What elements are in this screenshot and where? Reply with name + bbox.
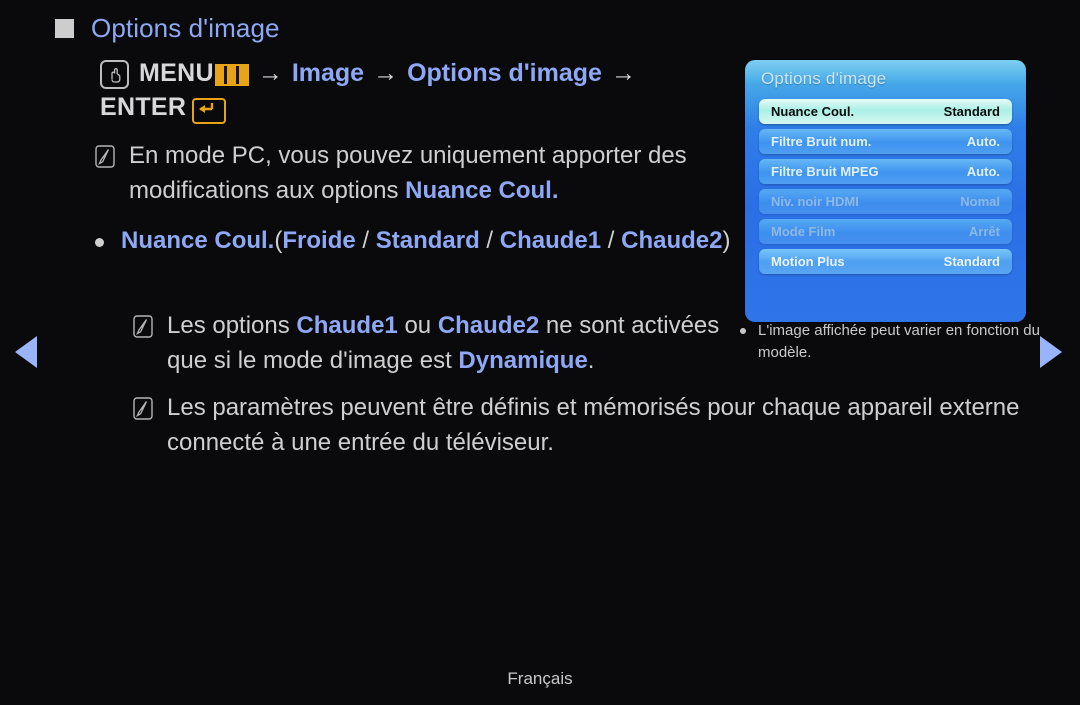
caption-bullet-icon — [740, 328, 746, 334]
osd-row-filtre-bruit-num[interactable]: Filtre Bruit num. Auto. — [759, 129, 1012, 154]
option-value-1: Standard — [375, 227, 480, 254]
sep-0: / — [355, 227, 376, 254]
osd-row-value: Nomal — [960, 194, 1000, 209]
osd-row-label: Motion Plus — [771, 254, 845, 269]
osd-row-value: Standard — [943, 104, 1000, 119]
enter-line: ENTER — [100, 93, 740, 124]
osd-row-value: Auto. — [966, 164, 1000, 179]
note-seg-emph: Chaude2 — [437, 312, 540, 339]
osd-row-value: Standard — [943, 254, 1000, 269]
option-value-3: Chaude2 — [621, 227, 723, 254]
osd-row-value: Arrêt — [968, 224, 1000, 239]
note-pen-icon — [133, 315, 153, 338]
note-pen-icon — [133, 397, 153, 420]
round-bullet-icon — [95, 238, 104, 247]
note-pen-icon — [95, 145, 115, 168]
next-page-arrow-icon[interactable] — [1040, 336, 1062, 368]
language-footer: Français — [507, 669, 573, 688]
osd-row-mode-film[interactable]: Mode Film Arrêt — [759, 219, 1012, 244]
enter-label: ENTER — [100, 93, 187, 121]
square-bullet-icon — [55, 19, 74, 38]
menu-step-image: Image — [291, 59, 365, 87]
path-arrow-1: → — [257, 59, 283, 87]
note-seg-emph: Dynamique — [458, 347, 588, 374]
note-paragraph-pc-mode: En mode PC, vous pouvez uniquement appor… — [95, 138, 715, 208]
option-bullet-row: Nuance Coul.(Froide / Standard / Chaude1… — [95, 222, 735, 259]
menu-path-block: MENU → Image → Options d'image → ENTER — [100, 55, 740, 124]
osd-row-niv-noir-hdmi[interactable]: Niv. noir HDMI Nomal — [759, 189, 1012, 214]
osd-row-value: Auto. — [966, 134, 1000, 149]
osd-caption-row: L'image affichée peut varier en fonction… — [740, 320, 1040, 364]
manual-page: Options d'image MENU → Image → Options d… — [0, 0, 1080, 705]
option-value-0: Froide — [282, 227, 356, 254]
menu-grid-icon — [214, 64, 249, 86]
note-paragraph-settings-memory: Les paramètres peuvent être définis et m… — [133, 390, 1023, 460]
option-bullet-text: Nuance Coul.(Froide / Standard / Chaude1… — [121, 222, 730, 259]
sep-1: / — [479, 227, 500, 254]
enter-arrow-icon — [192, 97, 227, 124]
note-seg: . — [587, 347, 595, 374]
osd-preview-panel: Options d'image Nuance Coul. Standard Fi… — [745, 60, 1026, 322]
hand-press-icon — [100, 59, 129, 89]
page-title: Options d'image — [91, 13, 280, 43]
note-seg: Les options — [167, 312, 297, 339]
note-paragraph-chaude: Les options Chaude1 ou Chaude2 ne sont a… — [133, 308, 733, 378]
menu-step-options: Options d'image — [407, 59, 602, 87]
menu-label: MENU — [139, 59, 214, 87]
osd-row-label: Niv. noir HDMI — [771, 194, 859, 209]
option-name: Nuance Coul. — [121, 227, 275, 254]
path-arrow-2: → — [373, 59, 399, 87]
sep-2: / — [601, 227, 622, 254]
note-seg-emph: Nuance Coul. — [405, 177, 559, 204]
osd-row-motion-plus[interactable]: Motion Plus Standard — [759, 249, 1012, 274]
page-heading-row: Options d'image — [55, 11, 280, 45]
note-seg: ou — [397, 312, 438, 339]
osd-row-label: Mode Film — [771, 224, 836, 239]
osd-row-filtre-bruit-mpeg[interactable]: Filtre Bruit MPEG Auto. — [759, 159, 1012, 184]
osd-caption-text: L'image affichée peut varier en fonction… — [758, 322, 1040, 361]
close-paren: ) — [722, 227, 731, 254]
note-seg-emph: Chaude1 — [296, 312, 398, 339]
osd-title: Options d'image — [761, 69, 887, 88]
osd-row-label: Filtre Bruit MPEG — [771, 164, 879, 179]
previous-page-arrow-icon[interactable] — [15, 336, 37, 368]
osd-row-nuance-coul[interactable]: Nuance Coul. Standard — [759, 99, 1012, 124]
osd-row-list: Nuance Coul. Standard Filtre Bruit num. … — [745, 99, 1026, 274]
menu-path-line: MENU → Image → Options d'image → — [100, 55, 740, 91]
path-arrow-3: → — [610, 59, 636, 87]
note-text: En mode PC, vous pouvez uniquement appor… — [129, 138, 715, 208]
option-value-2: Chaude1 — [499, 227, 602, 254]
note-text: Les options Chaude1 ou Chaude2 ne sont a… — [167, 308, 733, 378]
note-text: Les paramètres peuvent être définis et m… — [167, 394, 1020, 456]
osd-row-label: Filtre Bruit num. — [771, 134, 872, 149]
osd-row-label: Nuance Coul. — [771, 104, 855, 119]
